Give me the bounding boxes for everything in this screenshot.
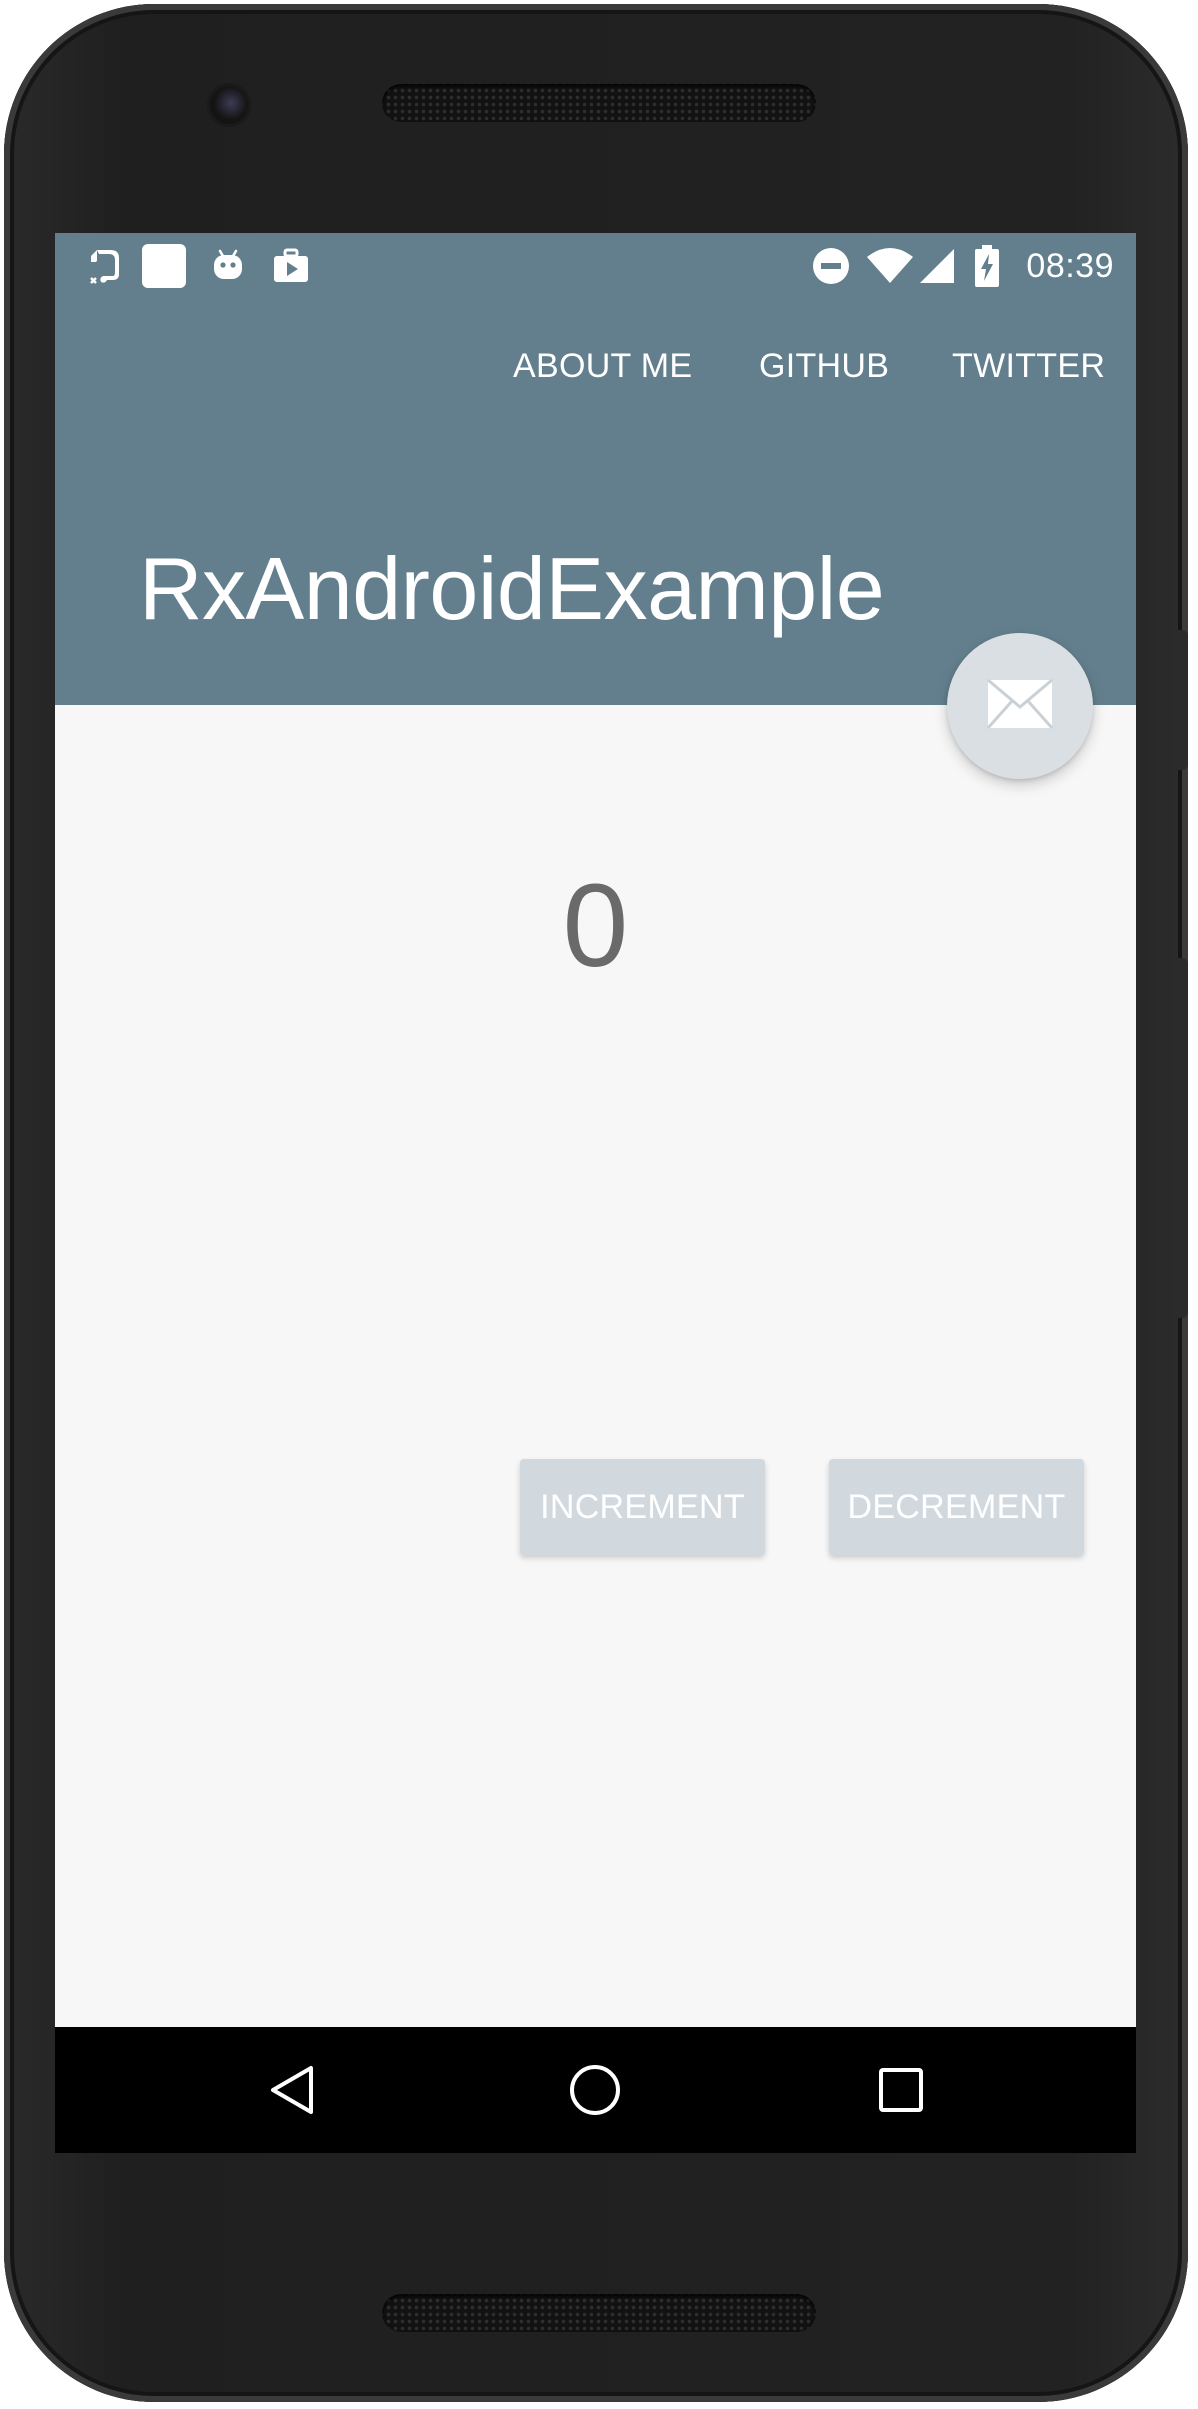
top-speaker-grille [382, 84, 816, 122]
counter-value: 0 [562, 860, 629, 992]
volume-rocker [1178, 958, 1188, 1318]
android-debug-icon [209, 243, 247, 289]
evernote-icon [85, 243, 125, 289]
home-icon[interactable] [567, 2062, 623, 2118]
navigation-bar [55, 2027, 1136, 2153]
email-icon [986, 678, 1054, 734]
status-bar: 08:39 [55, 233, 1136, 299]
battery-charging-icon [973, 243, 1001, 289]
bottom-speaker-grille [382, 2294, 816, 2332]
do-not-disturb-icon [811, 243, 851, 289]
email-fab[interactable] [947, 633, 1093, 779]
increment-button[interactable]: INCREMENT [520, 1459, 765, 1555]
power-button [1178, 630, 1188, 770]
device-screen: 08:39 ABOUT ME GITHUB TWITTER RxAndroidE… [55, 233, 1136, 2153]
menu-about-me[interactable]: ABOUT ME [513, 347, 692, 386]
recents-icon[interactable] [873, 2062, 929, 2118]
menu-twitter[interactable]: TWITTER [952, 347, 1105, 386]
menu-github[interactable]: GITHUB [759, 347, 889, 386]
app-bar: 08:39 ABOUT ME GITHUB TWITTER RxAndroidE… [55, 233, 1136, 705]
media-briefcase-icon [269, 243, 313, 289]
wifi-icon [865, 243, 915, 289]
app-title: RxAndroidExample [139, 539, 885, 638]
decrement-button[interactable]: DECREMENT [829, 1459, 1084, 1555]
blank-square-icon [141, 243, 187, 289]
cellular-signal-icon [917, 243, 957, 289]
front-camera [210, 86, 248, 124]
status-clock: 08:39 [1026, 247, 1114, 285]
back-icon[interactable] [265, 2062, 321, 2118]
